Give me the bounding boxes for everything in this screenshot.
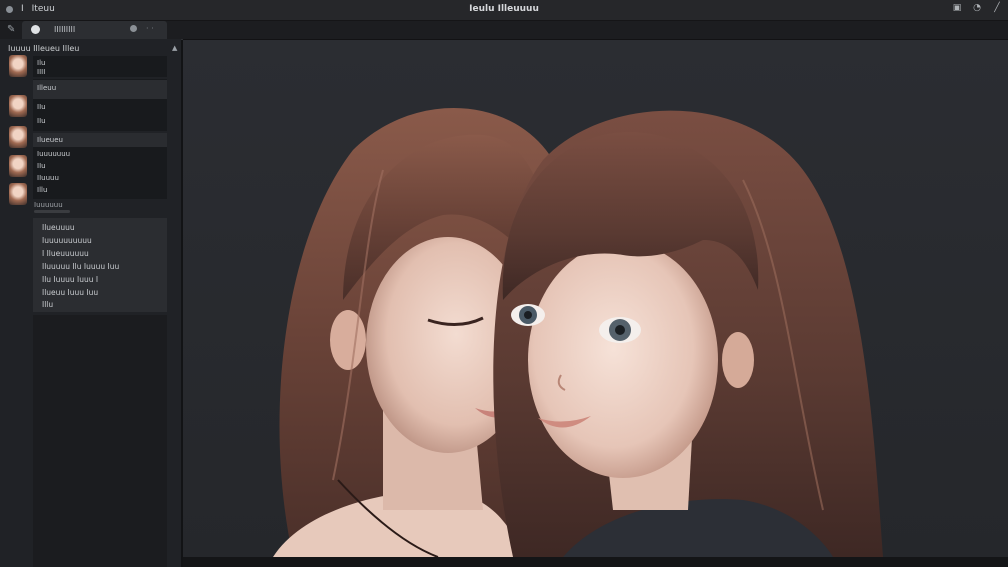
list-item[interactable]: Illu xyxy=(42,300,53,309)
list-item: IIII xyxy=(37,68,46,76)
list-item[interactable]: I Ilueuuuuuu xyxy=(42,249,89,258)
brush-icon[interactable]: ✎ xyxy=(7,24,15,35)
layer-thumbnail[interactable] xyxy=(9,183,27,205)
tab-document[interactable]: IIIIIIIII · · xyxy=(22,21,167,39)
list-item: Ilueuuuu xyxy=(42,223,75,232)
visibility-icon[interactable] xyxy=(130,25,137,32)
globe-icon[interactable]: ◔ xyxy=(972,3,982,13)
list-item: IIu xyxy=(37,103,46,111)
toolbar: ✎ IIIIIIIII · · xyxy=(0,21,1008,40)
window-title: Ieulu Illeuuuu xyxy=(469,4,539,14)
list-item: Ilu xyxy=(37,59,46,67)
layer-thumbnail[interactable] xyxy=(9,126,27,148)
document-icon xyxy=(31,25,40,34)
layer-thumbnail[interactable] xyxy=(9,55,27,77)
pen-icon[interactable]: ╱ xyxy=(992,3,1002,13)
chevron-up-icon[interactable]: ▲ xyxy=(172,44,177,52)
empty-panel xyxy=(33,315,167,567)
layer-panel-2[interactable]: Illeuu IIu IIu xyxy=(33,79,167,131)
list-item: Illu xyxy=(37,186,48,194)
sidebar: Iuuuu Illeueu Illeu ▲ Ilu IIII Illeuu II… xyxy=(0,39,183,567)
image-canvas[interactable] xyxy=(183,40,1008,557)
portrait-image xyxy=(273,107,883,557)
list-item: IIu xyxy=(37,117,46,125)
list-item: Ilueueu xyxy=(37,136,63,144)
settings-icon[interactable]: ▣ xyxy=(952,3,962,13)
tab-label: IIIIIIIII xyxy=(54,25,76,34)
scrollbar[interactable] xyxy=(34,210,70,213)
list-item: IIuuuu xyxy=(37,174,59,182)
more-icon[interactable]: · · xyxy=(146,24,154,33)
layer-thumbnail[interactable] xyxy=(9,155,27,177)
list-item: Illeuu xyxy=(37,84,57,92)
title-bar: Ⅰ Iteuu Ieulu Illeuuuu ▣ ◔ ╱ xyxy=(0,0,1008,21)
status-bar xyxy=(183,557,1008,567)
list-item: Iuuuuuuu xyxy=(37,150,71,158)
properties-panel[interactable]: Ilueuuuu Iuuuuuuuuuu I Ilueuuuuuu Iluuuu… xyxy=(33,218,167,312)
layer-panel-3[interactable]: Ilueueu Iuuuuuuu IIu IIuuuu Illu xyxy=(33,133,167,199)
list-item[interactable]: Iuuuuuuuuuu xyxy=(42,236,92,245)
layer-panel-1[interactable]: Ilu IIII xyxy=(33,56,167,77)
list-item[interactable]: Ilu Iuuuu Iuuu I xyxy=(42,275,98,284)
sidebar-header: Iuuuu Illeueu Illeu xyxy=(8,44,80,53)
list-item[interactable]: Ilueuu Iuuu Iuu xyxy=(42,288,98,297)
section-label: Iuuuuuu xyxy=(34,201,63,209)
list-item[interactable]: Iluuuuu Ilu Iuuuu Iuu xyxy=(42,262,119,271)
layer-thumbnail[interactable] xyxy=(9,95,27,117)
list-item: IIu xyxy=(37,162,46,170)
